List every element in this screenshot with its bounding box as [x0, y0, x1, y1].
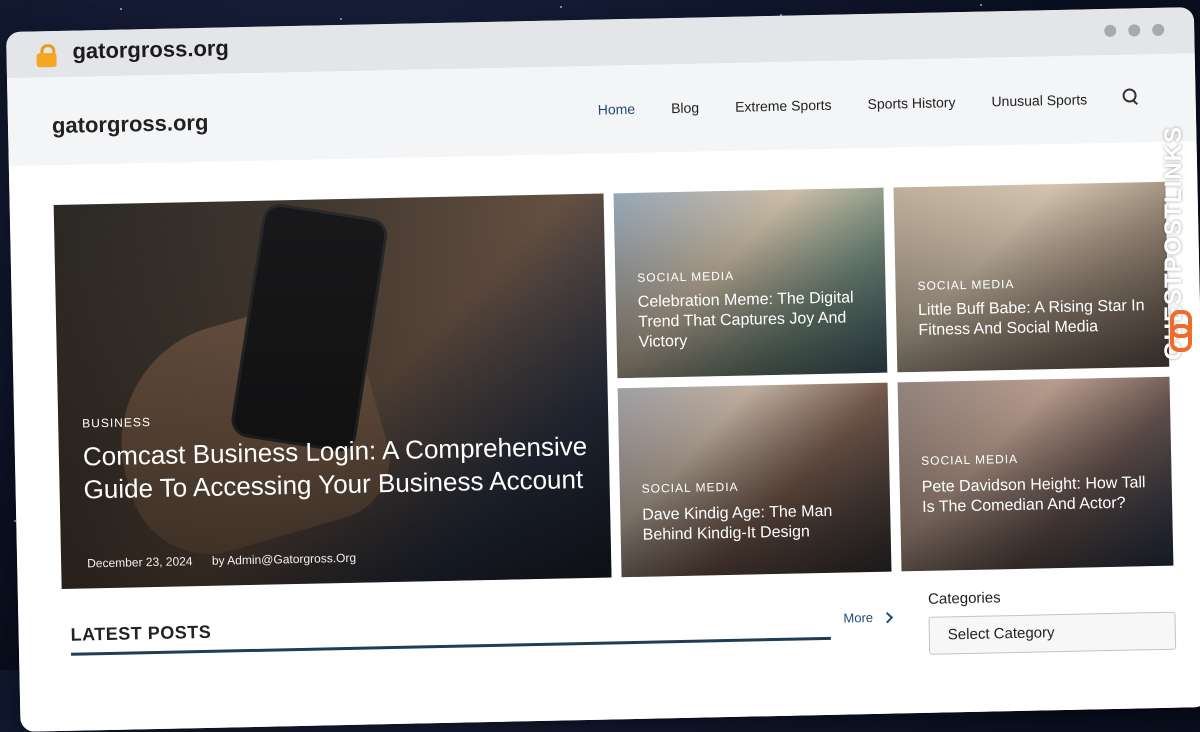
post-card[interactable]: SOCIAL MEDIA Celebration Meme: The Digit… [613, 187, 888, 379]
star [120, 8, 122, 10]
category-select[interactable]: Select Category [928, 611, 1177, 655]
star [340, 18, 342, 20]
window-dot-icon[interactable] [1152, 23, 1165, 36]
star [980, 4, 982, 6]
lock-icon [36, 43, 57, 68]
nav-home[interactable]: Home [598, 101, 636, 118]
post-category[interactable]: SOCIAL MEDIA [917, 277, 1014, 293]
post-date: December 23, 2024 [87, 554, 193, 571]
post-card[interactable]: SOCIAL MEDIA Dave Kindig Age: The Man Be… [617, 382, 892, 578]
more-label: More [843, 609, 874, 626]
nav-extreme-sports[interactable]: Extreme Sports [735, 97, 832, 115]
nav-sports-history[interactable]: Sports History [867, 94, 955, 112]
site-title[interactable]: gatorgross.org [52, 110, 209, 139]
post-card[interactable]: SOCIAL MEDIA Little Buff Babe: A Rising … [893, 181, 1170, 373]
chevron-right-icon [881, 612, 893, 624]
featured-category[interactable]: BUSINESS [82, 415, 151, 430]
window-controls [1104, 23, 1165, 37]
more-link[interactable]: More [843, 609, 893, 626]
post-title[interactable]: Dave Kindig Age: The Man Behind Kindig-I… [642, 501, 883, 546]
post-title[interactable]: Little Buff Babe: A Rising Star In Fitne… [918, 296, 1159, 341]
category-select-value: Select Category [947, 624, 1055, 644]
browser-window: gatorgross.org gatorgross.org Home Blog … [6, 7, 1200, 732]
post-title[interactable]: Celebration Meme: The Digital Trend That… [638, 288, 879, 353]
main-nav: Home Blog Extreme Sports Sports History … [598, 91, 1088, 117]
featured-title[interactable]: Comcast Business Login: A Comprehensive … [83, 430, 604, 506]
post-category[interactable]: SOCIAL MEDIA [642, 480, 739, 496]
watermark: GUESTPOSTLINKS [1160, 60, 1200, 360]
search-icon[interactable] [1122, 88, 1140, 106]
categories-label: Categories [927, 589, 1001, 608]
window-dot-icon[interactable] [1104, 24, 1117, 37]
post-category[interactable]: SOCIAL MEDIA [921, 452, 1018, 468]
nav-blog[interactable]: Blog [671, 100, 699, 117]
latest-posts-heading: LATEST POSTS [70, 621, 212, 645]
url-text[interactable]: gatorgross.org [72, 35, 229, 64]
star [560, 6, 562, 8]
post-category[interactable]: SOCIAL MEDIA [637, 269, 734, 285]
featured-post-card[interactable]: BUSINESS Comcast Business Login: A Compr… [53, 193, 612, 589]
window-dot-icon[interactable] [1128, 24, 1141, 37]
link-chain-icon [1170, 310, 1192, 352]
post-card[interactable]: SOCIAL MEDIA Pete Davidson Height: How T… [897, 376, 1174, 572]
page-content: BUSINESS Comcast Business Login: A Compr… [8, 141, 1200, 732]
post-title[interactable]: Pete Davidson Height: How Tall Is The Co… [922, 473, 1163, 518]
nav-unusual-sports[interactable]: Unusual Sports [991, 91, 1087, 109]
